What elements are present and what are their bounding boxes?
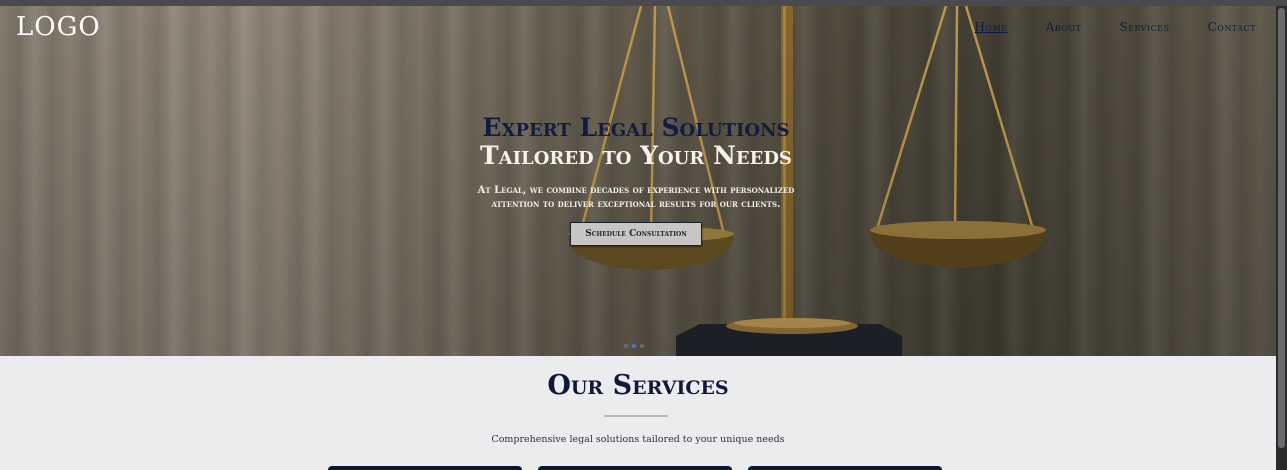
right-chain-b xyxy=(953,6,959,229)
right-chain-a xyxy=(874,6,948,233)
nav-services[interactable]: Services xyxy=(1119,20,1169,34)
services-divider xyxy=(604,415,668,417)
page: LOGO Home About Services Contact Expert … xyxy=(0,6,1276,470)
service-card-1[interactable] xyxy=(328,466,522,470)
hero-title-line1: Expert Legal Solutions xyxy=(482,113,790,142)
nav-contact[interactable]: Contact xyxy=(1208,20,1256,34)
services-subtitle: Comprehensive legal solutions tailored t… xyxy=(491,434,785,445)
right-chain-c xyxy=(964,6,1036,233)
nav-about[interactable]: About xyxy=(1046,20,1082,34)
vertical-scrollbar[interactable] xyxy=(1276,6,1287,470)
logo[interactable]: LOGO xyxy=(16,12,101,42)
schedule-consultation-button[interactable]: Schedule Consultation xyxy=(570,222,702,246)
service-card-2[interactable] xyxy=(538,466,732,470)
scrollbar-thumb[interactable] xyxy=(1278,8,1285,448)
scale-gear xyxy=(726,318,858,334)
right-pan xyxy=(870,230,1046,268)
nav-home[interactable]: Home xyxy=(975,20,1008,34)
carousel-dot-1[interactable] xyxy=(624,344,628,348)
hero-section: LOGO Home About Services Contact Expert … xyxy=(0,6,1276,356)
service-cards xyxy=(328,466,942,470)
carousel-dot-3[interactable] xyxy=(640,344,644,348)
hero-content: Expert Legal Solutions Tailored to Your … xyxy=(438,114,834,246)
scale-base xyxy=(676,324,902,356)
service-card-3[interactable] xyxy=(748,466,942,470)
services-title: Our Services xyxy=(547,370,729,401)
carousel-dot-2[interactable] xyxy=(632,344,636,348)
hero-subtitle: At Legal, we combine decades of experien… xyxy=(477,185,795,210)
services-section: Our Services Comprehensive legal solutio… xyxy=(0,356,1276,470)
hero-title-line2: Tailored to Your Needs xyxy=(480,141,792,170)
main-nav: Home About Services Contact xyxy=(975,20,1256,34)
carousel-dots xyxy=(624,344,644,348)
